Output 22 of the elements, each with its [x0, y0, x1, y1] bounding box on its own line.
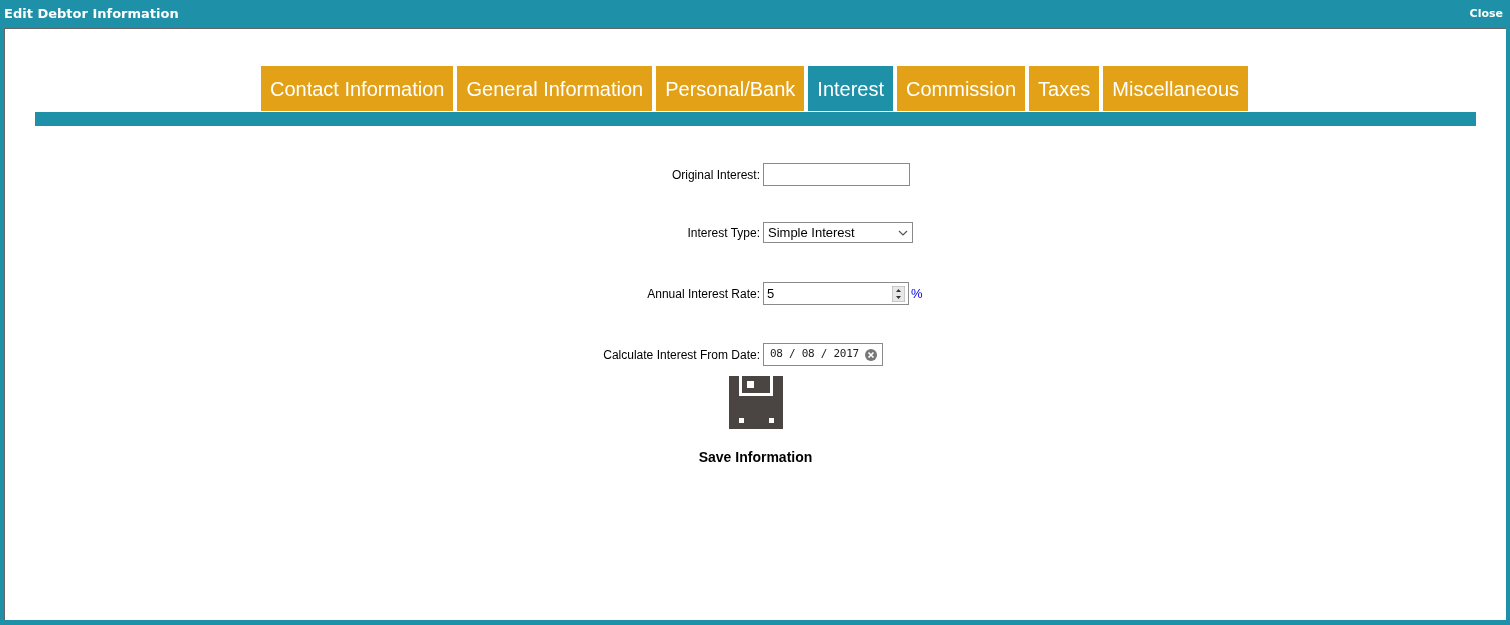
window-title: Edit Debtor Information	[4, 5, 179, 24]
tab[interactable]: Taxes	[1029, 66, 1100, 111]
tab[interactable]: Miscellaneous	[1103, 66, 1249, 111]
field-label: Calculate Interest From Date:	[603, 346, 760, 364]
percent-unit: %	[911, 284, 923, 303]
save-button[interactable]: Save Information	[698, 376, 813, 468]
date-field[interactable]: 08 / 08 / 2017	[763, 343, 883, 366]
number-field[interactable]: 5	[763, 282, 909, 305]
clear-icon[interactable]	[865, 348, 877, 361]
field-label: Original Interest:	[671, 166, 760, 184]
dropdown-field[interactable]: Simple Interest	[763, 222, 913, 243]
field-label: Interest Type:	[687, 224, 760, 242]
tab[interactable]: Interest	[808, 66, 894, 111]
tab[interactable]: Contact Information	[260, 66, 454, 111]
tab[interactable]: Personal/Bank	[656, 66, 805, 111]
field-label: Annual Interest Rate:	[647, 285, 760, 303]
chevron-down-icon	[898, 229, 908, 236]
tab[interactable]: Commission	[897, 66, 1026, 111]
text-field[interactable]	[763, 163, 910, 186]
close-button[interactable]: Close	[1469, 5, 1506, 23]
spinner-icon[interactable]	[892, 285, 905, 302]
tab[interactable]: General Information	[457, 66, 653, 111]
